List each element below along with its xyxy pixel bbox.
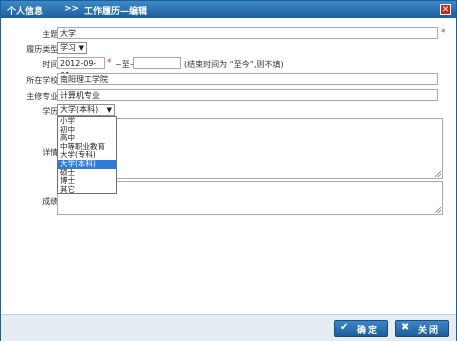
time-hint: (结束时间为 “至今”,则不填) bbox=[184, 60, 284, 69]
start-date-input[interactable]: 2012-09-01 bbox=[57, 57, 105, 80]
required-mark: * bbox=[107, 58, 112, 68]
type-label: 履历类型: bbox=[26, 45, 61, 54]
degree-label: 学历: bbox=[42, 107, 61, 116]
required-mark: * bbox=[441, 28, 446, 38]
degree-select[interactable]: 大学(本科) ▼ bbox=[57, 104, 115, 116]
confirm-button[interactable]: ✔ 确定 bbox=[334, 320, 388, 337]
time-label: 时间: bbox=[42, 60, 61, 69]
resize-grip-icon[interactable] bbox=[435, 207, 441, 213]
degree-dropdown-list: 小学 初中 高中 中等职业教育 大学(专科) 大学(本科) 硕士 博士 其它 bbox=[57, 116, 117, 194]
major-input[interactable]: 计算机专业 bbox=[57, 89, 438, 101]
end-date-input[interactable] bbox=[133, 57, 181, 69]
type-select[interactable]: 学习 ▼ bbox=[57, 42, 87, 54]
degree-option[interactable]: 其它 bbox=[58, 185, 116, 195]
school-input[interactable]: 南阳理工学院 bbox=[57, 73, 438, 85]
major-label: 主修专业: bbox=[26, 92, 61, 101]
title-separator: >> bbox=[64, 4, 80, 14]
subject-label: 主题: bbox=[42, 30, 61, 39]
confirm-label: 确定 bbox=[357, 326, 380, 336]
close-label: 关闭 bbox=[418, 326, 441, 336]
details-label: 详情: bbox=[42, 148, 61, 157]
close-icon[interactable]: ✕ bbox=[440, 4, 451, 15]
type-select-value: 学习 bbox=[60, 43, 76, 52]
title-primary: 个人信息 bbox=[7, 7, 44, 17]
title-bar[interactable]: 个人信息 >> 工作履历—编辑 ✕ bbox=[1, 1, 456, 18]
edit-dialog: 个人信息 >> 工作履历—编辑 ✕ 主题: 大学 * 履历类型: 学习 ▼ 时间… bbox=[0, 0, 457, 341]
grades-label: 成绩: bbox=[42, 197, 61, 206]
school-label: 所在学校: bbox=[26, 76, 61, 85]
close-icon: ✖ bbox=[401, 322, 410, 333]
title-secondary: 工作履历—编辑 bbox=[84, 7, 148, 17]
chevron-down-icon: ▼ bbox=[106, 106, 112, 114]
dialog-footer: ✔ 确定 ✖ 关闭 bbox=[1, 314, 456, 341]
check-icon: ✔ bbox=[340, 322, 349, 333]
close-button[interactable]: ✖ 关闭 bbox=[395, 320, 449, 337]
resize-grip-icon[interactable] bbox=[435, 171, 441, 177]
subject-input[interactable]: 大学 bbox=[57, 27, 438, 39]
degree-select-value: 大学(本科) bbox=[60, 105, 99, 114]
chevron-down-icon: ▼ bbox=[78, 44, 84, 52]
